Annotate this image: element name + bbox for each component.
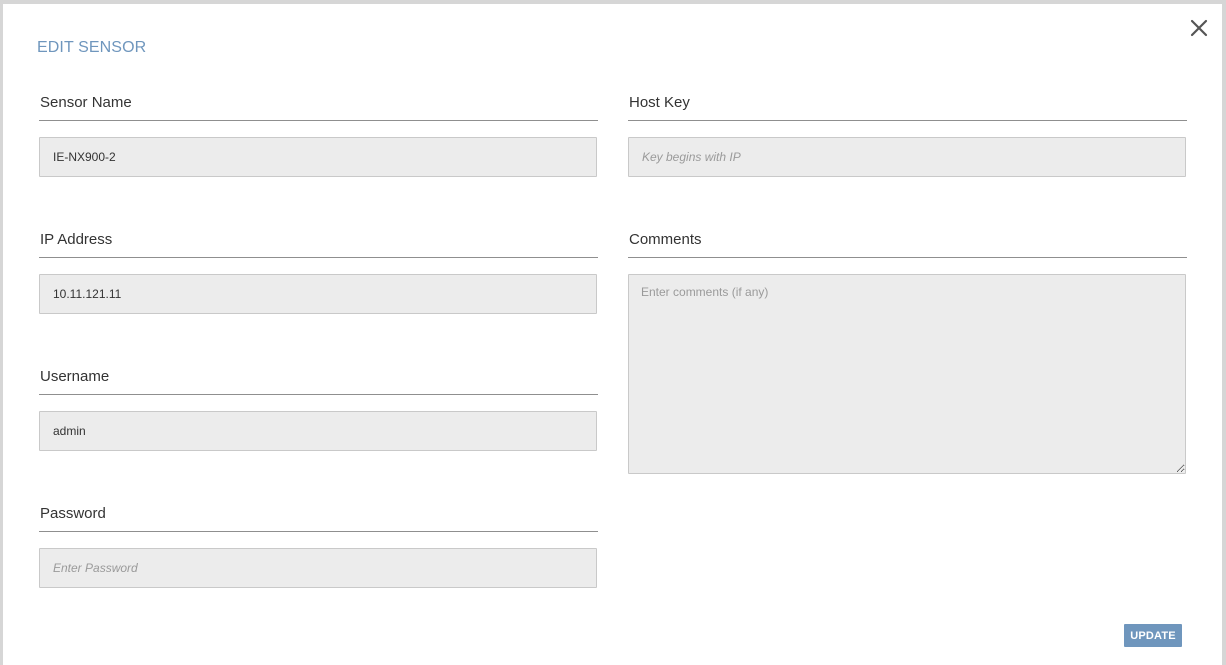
username-input[interactable] [39,411,597,451]
host-key-label: Host Key [628,89,1187,121]
sensor-name-label: Sensor Name [39,89,598,121]
close-icon [1190,19,1208,37]
comments-textarea[interactable] [628,274,1186,474]
comments-field: Comments [628,226,1187,474]
close-button[interactable] [1189,18,1209,38]
ip-address-input[interactable] [39,274,597,314]
modal-title: EDIT SENSOR [37,39,147,56]
sensor-name-input[interactable] [39,137,597,177]
update-button[interactable]: UPDATE [1124,624,1182,647]
username-field: Username [39,363,598,451]
ip-address-field: IP Address [39,226,598,314]
comments-label: Comments [628,226,1187,258]
edit-sensor-modal: EDIT SENSOR Sensor Name IP Address Usern… [3,4,1222,665]
host-key-input[interactable] [628,137,1186,177]
username-label: Username [39,363,598,395]
sensor-name-field: Sensor Name [39,89,598,177]
password-input[interactable] [39,548,597,588]
ip-address-label: IP Address [39,226,598,258]
password-field: Password [39,500,598,588]
password-label: Password [39,500,598,532]
host-key-field: Host Key [628,89,1187,177]
